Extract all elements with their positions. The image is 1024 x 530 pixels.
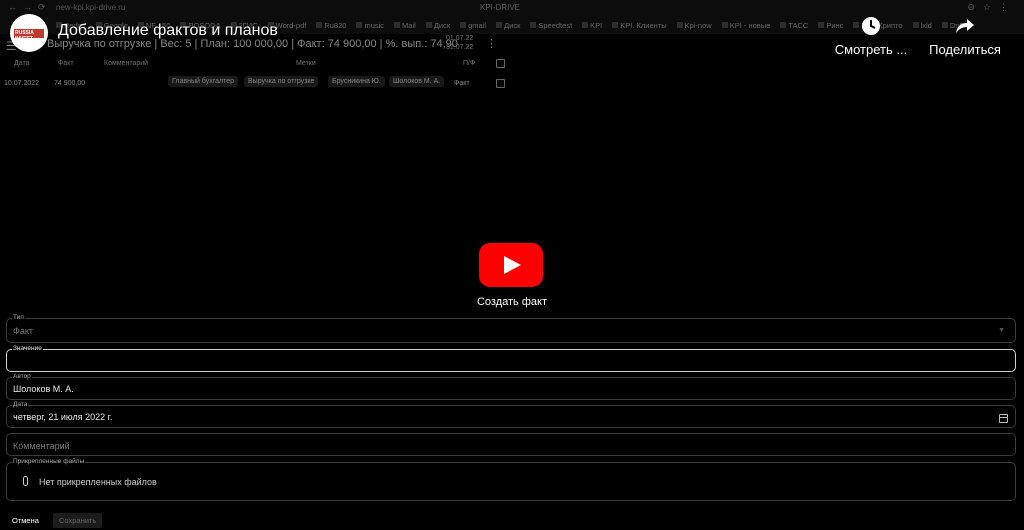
bookmark[interactable]: KPI - новые (722, 19, 771, 31)
watch-later-button[interactable]: Смотреть ... (826, 16, 916, 57)
video-title[interactable]: Добавление фактов и планов (58, 22, 278, 40)
bookmark[interactable]: music (356, 19, 384, 31)
kpi-app-card: ☰ Выручка по отгрузке | Вес: 5 | План: 1… (0, 34, 520, 94)
bookmark[interactable]: ТАСС (780, 19, 808, 31)
browser-nav-icons[interactable]: ←→⟳ (8, 2, 52, 13)
column-header-comment[interactable]: Комментарий (104, 60, 148, 67)
type-value: Факт (13, 326, 34, 336)
date-value: четверг, 21 июля 2022 г. (13, 412, 113, 422)
date-input[interactable]: Дата четверг, 21 июля 2022 г. (6, 401, 1016, 428)
paperclip-icon[interactable] (23, 476, 28, 486)
select-all-checkbox[interactable] (496, 59, 505, 68)
bookmark[interactable]: Ru820 (316, 19, 346, 31)
share-label: Поделиться (929, 42, 1001, 57)
share-icon (956, 19, 974, 33)
row-fact: 74 900,00 (54, 80, 86, 87)
bookmark[interactable]: KPI. Клиенты (612, 19, 666, 31)
column-header-date[interactable]: Дата (14, 60, 30, 67)
play-button[interactable] (479, 243, 543, 287)
clock-icon (862, 17, 880, 35)
save-button[interactable]: Сохранить (53, 513, 103, 528)
period-end: 31.07.22 (446, 44, 474, 51)
row-tag[interactable]: Шолоков М. А. (389, 76, 445, 87)
row-checkbox[interactable] (496, 79, 505, 88)
row-tag[interactable]: Главный бухгалтер (168, 76, 238, 87)
files-label: Прикрепленные файлы (12, 458, 86, 466)
window-controls[interactable]: ⊖☆⋮ (967, 2, 1016, 13)
comment-field[interactable]: Комментарий (6, 433, 1016, 456)
address-bar[interactable]: new-kpi.kpi-drive.ru (56, 3, 125, 12)
row-date: 10.07.2022 (4, 80, 40, 87)
author-label: Автор (12, 373, 32, 381)
period-dates: 01.07.22 31.07.22 (446, 34, 473, 52)
bookmark[interactable]: KPI (582, 19, 602, 31)
more-options-icon[interactable]: ⋮ (486, 37, 497, 50)
comment-placeholder: Комментарий (13, 441, 70, 451)
column-header-tags[interactable]: Метки (296, 60, 316, 67)
value-input[interactable]: Значение (6, 345, 1016, 372)
type-label: Тип (12, 314, 25, 322)
author-value: Шолоков М. А. (13, 384, 74, 394)
bookmark[interactable]: Диск (426, 19, 450, 31)
watch-later-label: Смотреть ... (834, 42, 908, 57)
attached-files[interactable]: Прикрепленные файлы Нет прикрепленных фа… (6, 458, 1016, 501)
row-tag[interactable]: Брусникина Ю. (328, 76, 385, 87)
bookmark[interactable]: Диск (496, 19, 520, 31)
window-title: KPI-DRIVE (480, 3, 521, 12)
bookmark[interactable]: Speedtest (530, 19, 572, 31)
row-tag[interactable]: Выручка по отгрузке (244, 76, 319, 87)
channel-logo[interactable]: RUSSIA INVEST (10, 14, 48, 52)
column-header-fact[interactable]: Факт (58, 60, 74, 67)
form-title: Создать факт (476, 296, 547, 308)
calendar-icon[interactable] (999, 414, 1008, 423)
bookmark[interactable]: gmail (460, 19, 486, 31)
chevron-down-icon: ▼ (998, 327, 1005, 334)
period-start: 01.07.22 (446, 35, 474, 42)
files-empty-text: Нет прикрепленных файлов (39, 477, 157, 487)
value-label: Значение (12, 345, 43, 353)
channel-logo-text: RUSSIA INVEST (15, 30, 34, 42)
column-header-plan-fact[interactable]: П/Ф (463, 60, 475, 67)
share-button[interactable]: Поделиться (920, 16, 1010, 57)
row-type: Факт (454, 80, 470, 87)
author-select[interactable]: Автор Шолоков М. А. (6, 373, 1016, 400)
bookmark[interactable]: Mail (394, 19, 416, 31)
bookmark[interactable]: Kpi-now (677, 19, 712, 31)
type-select[interactable]: Тип Факт ▼ (6, 314, 1016, 343)
date-label: Дата (12, 401, 29, 409)
cancel-button[interactable]: Отмена (6, 513, 45, 528)
